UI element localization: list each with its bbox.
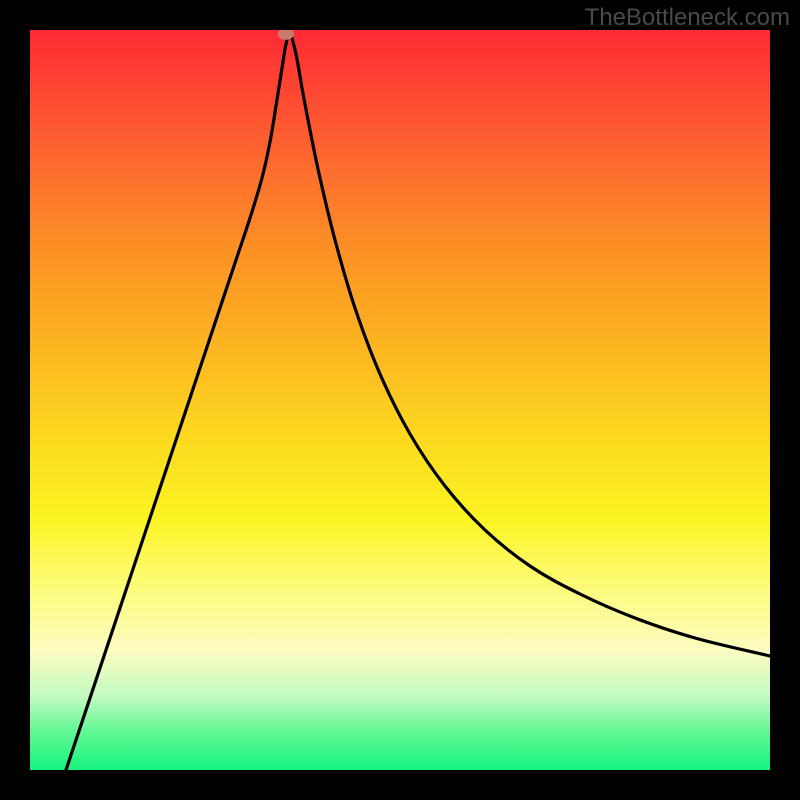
watermark-text: TheBottleneck.com: [585, 4, 790, 32]
bottleneck-curve-path: [66, 34, 770, 770]
bottleneck-curve-svg: [30, 30, 770, 770]
plot-area: [30, 30, 770, 770]
chart-frame: TheBottleneck.com: [0, 0, 800, 800]
